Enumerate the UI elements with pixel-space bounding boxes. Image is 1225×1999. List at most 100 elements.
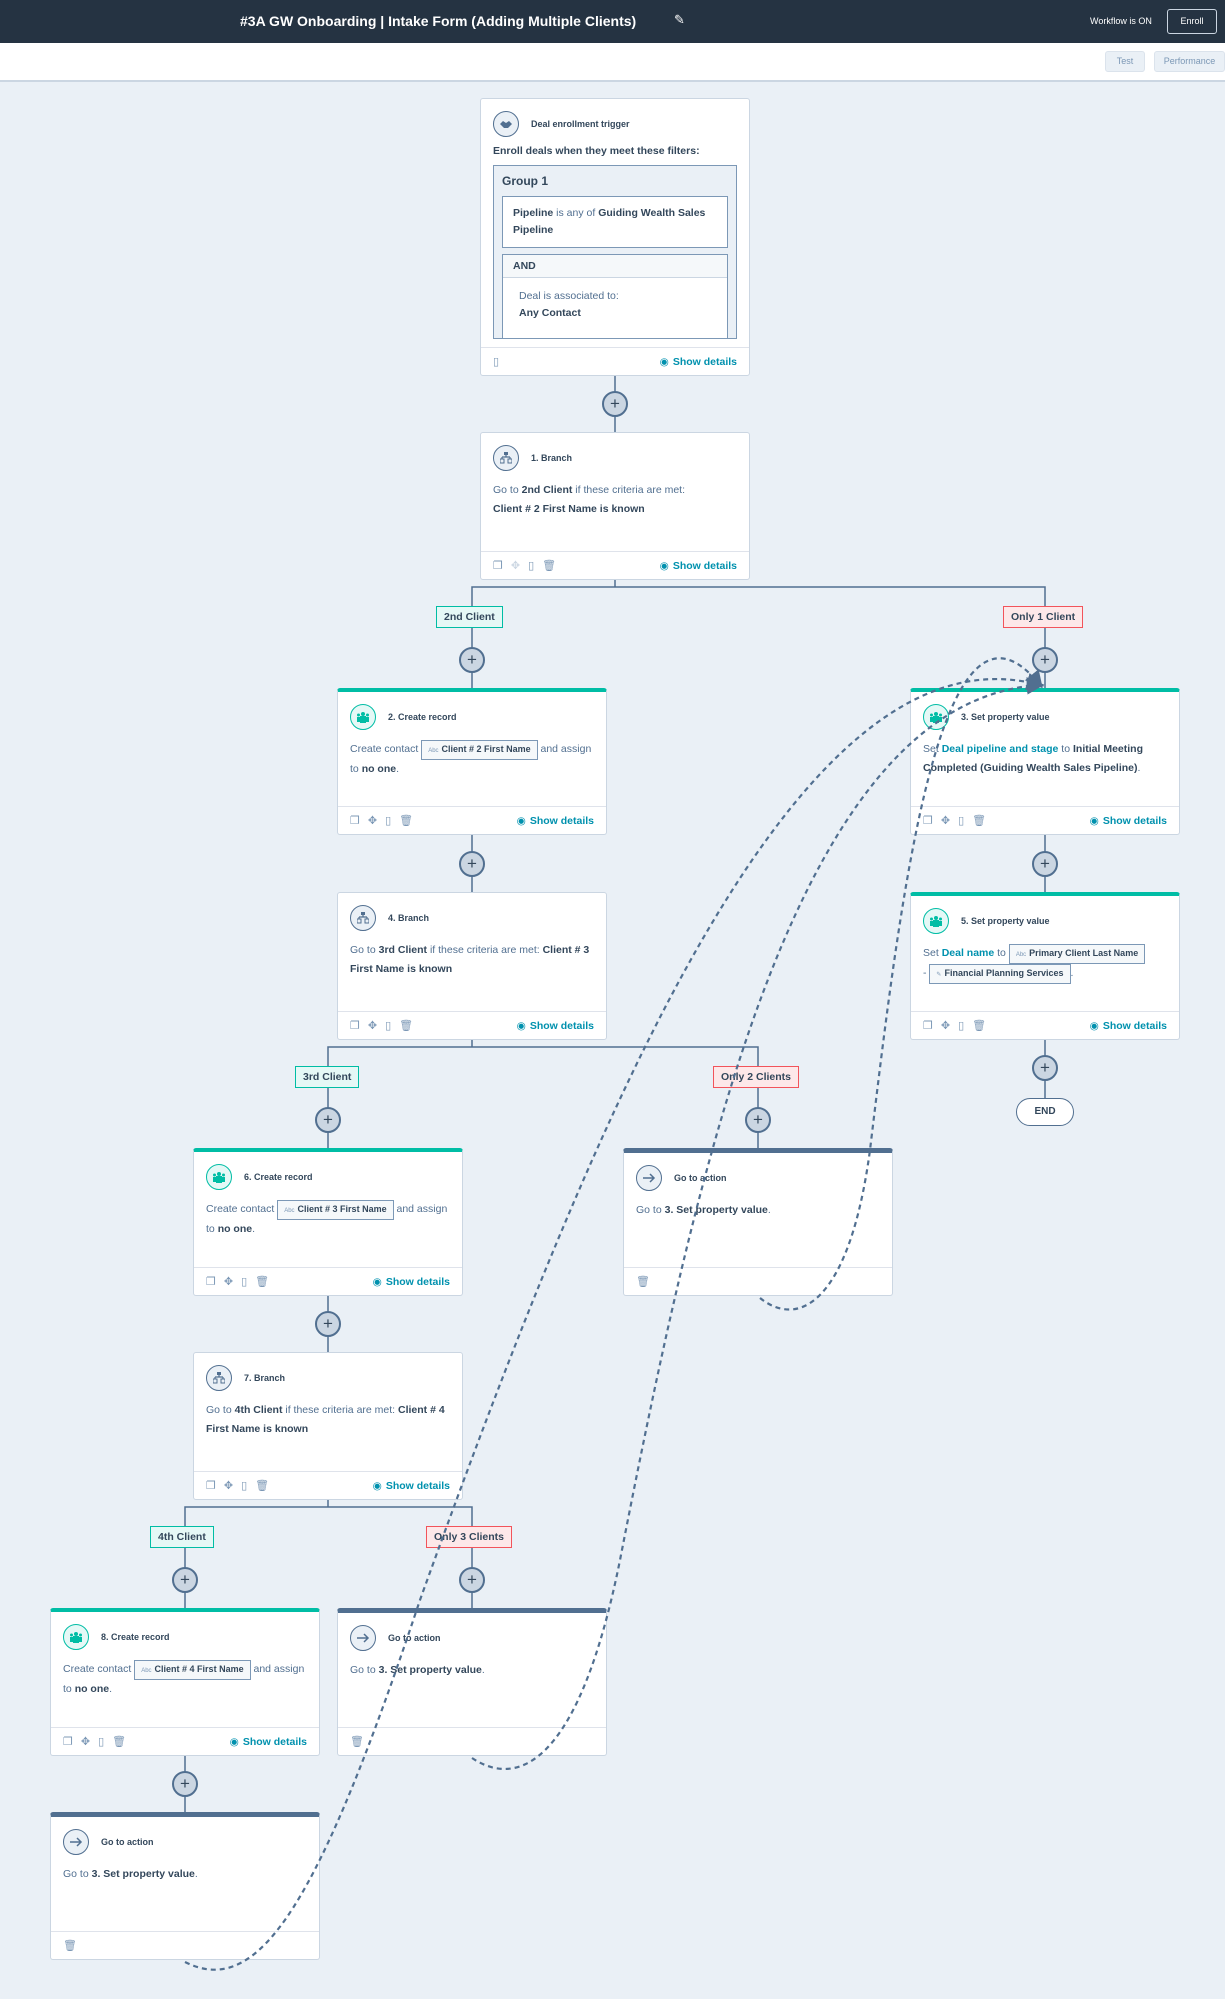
card-title: Go to action <box>388 1633 441 1643</box>
show-details-link[interactable]: ◉ Show details <box>373 1480 450 1492</box>
branch-label-4th-client[interactable]: 4th Client <box>150 1526 214 1548</box>
add-action-button[interactable]: + <box>602 391 628 417</box>
go-to-action-card[interactable]: Go to action Go to 3. Set property value… <box>337 1608 607 1756</box>
trash-icon[interactable]: 🗑 <box>399 814 413 827</box>
contacts-icon <box>923 704 949 730</box>
enroll-button[interactable]: Enroll <box>1167 9 1217 34</box>
show-details-link[interactable]: ◉ Show details <box>517 1020 594 1032</box>
card-footer: ❐ ✥ ▯ 🗑 ◉ Show details <box>911 1011 1179 1039</box>
clipboard-icon[interactable]: ▯ <box>241 1275 247 1288</box>
show-details-link[interactable]: ◉ Show details <box>1090 815 1167 827</box>
trash-icon[interactable]: 🗑 <box>972 814 986 827</box>
add-action-button[interactable]: + <box>172 1771 198 1797</box>
branch-label-only-2-clients[interactable]: Only 2 Clients <box>713 1066 800 1088</box>
step-6-create-record-card[interactable]: 6. Create record Create contact Abc Clien… <box>193 1148 463 1296</box>
card-title: 7. Branch <box>244 1373 286 1383</box>
copy-icon[interactable]: ❐ <box>63 1735 73 1748</box>
card-description: Go to 3. Set property value. <box>350 1664 485 1676</box>
clipboard-icon[interactable]: ▯ <box>493 355 499 368</box>
copy-icon[interactable]: ❐ <box>923 814 933 827</box>
add-action-button[interactable]: + <box>459 1567 485 1593</box>
workflow-title[interactable]: #3A GW Onboarding | Intake Form (Adding … <box>240 13 636 29</box>
step-8-create-record-card[interactable]: 8. Create record Create contact Abc Clien… <box>50 1608 320 1756</box>
branch-label-3rd-client[interactable]: 3rd Client <box>295 1066 360 1088</box>
step-3-set-property-card[interactable]: 3. Set property value Set Deal pipeline … <box>910 688 1180 835</box>
show-details-link[interactable]: ◉ Show details <box>1090 1020 1167 1032</box>
enrollment-trigger-card[interactable]: Deal enrollment trigger Enroll deals whe… <box>480 98 750 376</box>
filter-group: Group 1 Pipeline is any of Guiding Wealt… <box>493 165 737 339</box>
add-action-button[interactable]: + <box>1032 647 1058 673</box>
trash-icon[interactable]: 🗑 <box>112 1735 126 1748</box>
branch-icon <box>493 445 519 471</box>
copy-icon[interactable]: ❐ <box>206 1275 216 1288</box>
step-7-branch-card[interactable]: 7. Branch Go to 4th Client if these crit… <box>193 1352 463 1500</box>
trash-icon[interactable]: 🗑 <box>63 1939 77 1952</box>
branch-label-2nd-client[interactable]: 2nd Client <box>436 606 503 628</box>
step-4-branch-card[interactable]: 4. Branch Go to 3rd Client if these crit… <box>337 892 607 1040</box>
move-icon[interactable]: ✥ <box>511 559 520 572</box>
eye-icon: ◉ <box>229 1735 239 1748</box>
show-details-link[interactable]: ◉ Show details <box>230 1736 307 1748</box>
clipboard-icon[interactable]: ▯ <box>528 559 534 572</box>
add-action-button[interactable]: + <box>459 647 485 673</box>
clipboard-icon[interactable]: ▯ <box>385 814 391 827</box>
branch-label-only-1-client[interactable]: Only 1 Client <box>1003 606 1084 628</box>
copy-icon[interactable]: ❐ <box>923 1019 933 1032</box>
move-icon[interactable]: ✥ <box>224 1479 233 1492</box>
move-icon[interactable]: ✥ <box>941 814 950 827</box>
copy-icon[interactable]: ❐ <box>206 1479 216 1492</box>
add-action-button[interactable]: + <box>315 1311 341 1337</box>
trash-icon[interactable]: 🗑 <box>636 1275 650 1288</box>
copy-icon[interactable]: ❐ <box>493 559 503 572</box>
trash-icon[interactable]: 🗑 <box>542 559 556 572</box>
copy-icon[interactable]: ❐ <box>350 1019 360 1032</box>
go-to-action-card[interactable]: Go to action Go to 3. Set property value… <box>623 1148 893 1296</box>
clipboard-icon[interactable]: ▯ <box>385 1019 391 1032</box>
move-icon[interactable]: ✥ <box>368 814 377 827</box>
contacts-icon <box>923 908 949 934</box>
copy-icon[interactable]: ❐ <box>350 814 360 827</box>
move-icon[interactable]: ✥ <box>368 1019 377 1032</box>
add-action-button[interactable]: + <box>315 1107 341 1133</box>
clipboard-icon[interactable]: ▯ <box>958 814 964 827</box>
add-action-button[interactable]: + <box>1032 851 1058 877</box>
move-icon[interactable]: ✥ <box>81 1735 90 1748</box>
clipboard-icon[interactable]: ▯ <box>241 1479 247 1492</box>
trash-icon[interactable]: 🗑 <box>972 1019 986 1032</box>
show-details-link[interactable]: ◉ Show details <box>660 560 737 572</box>
clipboard-icon[interactable]: ▯ <box>958 1019 964 1032</box>
property-token: Abc Primary Client Last Name <box>1008 944 1146 964</box>
add-action-button[interactable]: + <box>1032 1055 1058 1081</box>
trigger-intro: Enroll deals when they meet these filter… <box>493 145 700 157</box>
toolbar: Test Performance <box>0 43 1225 82</box>
step-5-set-property-card[interactable]: 5. Set property value Set Deal name to A… <box>910 892 1180 1040</box>
go-to-action-card[interactable]: Go to action Go to 3. Set property value… <box>50 1812 320 1960</box>
step-1-branch-card[interactable]: 1. Branch Go to 2nd Client if these crit… <box>480 432 750 580</box>
add-action-button[interactable]: + <box>459 851 485 877</box>
property-token: Abc Client # 2 First Name <box>421 740 538 760</box>
trash-icon[interactable]: 🗑 <box>350 1735 364 1748</box>
card-description: Create contact Abc Client # 2 First Name … <box>338 730 606 787</box>
performance-button[interactable]: Performance <box>1154 51 1225 72</box>
step-2-create-record-card[interactable]: 2. Create record Create contact Abc Clien… <box>337 688 607 835</box>
eye-icon: ◉ <box>659 559 669 572</box>
move-icon[interactable]: ✥ <box>941 1019 950 1032</box>
move-icon[interactable]: ✥ <box>224 1275 233 1288</box>
show-details-link[interactable]: ◉ Show details <box>660 356 737 368</box>
add-action-button[interactable]: + <box>172 1567 198 1593</box>
trash-icon[interactable]: 🗑 <box>255 1479 269 1492</box>
test-button[interactable]: Test <box>1105 51 1145 72</box>
and-label: AND <box>503 255 727 278</box>
contacts-icon <box>63 1624 89 1650</box>
card-footer: ❐ ✥ ▯ 🗑 ◉ Show details <box>911 806 1179 834</box>
trash-icon[interactable]: 🗑 <box>255 1275 269 1288</box>
card-footer: 🗑 <box>624 1267 892 1295</box>
add-action-button[interactable]: + <box>745 1107 771 1133</box>
show-details-link[interactable]: ◉ Show details <box>373 1276 450 1288</box>
show-details-link[interactable]: ◉ Show details <box>517 815 594 827</box>
clipboard-icon[interactable]: ▯ <box>98 1735 104 1748</box>
branch-label-only-3-clients[interactable]: Only 3 Clients <box>426 1526 513 1548</box>
pencil-icon[interactable]: ✎ <box>674 12 685 28</box>
trash-icon[interactable]: 🗑 <box>399 1019 413 1032</box>
arrow-right-icon <box>636 1165 662 1191</box>
